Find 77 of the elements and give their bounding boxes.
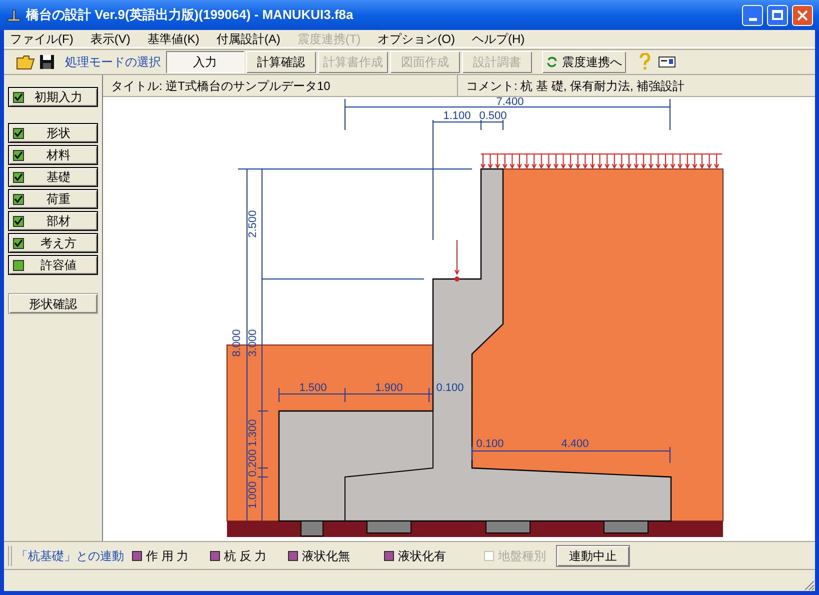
menu-item[interactable]: ヘルプ(H) — [472, 30, 525, 48]
dimension-label: 3.000 — [247, 329, 259, 357]
check-icon — [14, 194, 23, 204]
legend-label: 液状化無 — [302, 548, 350, 564]
sidebar-item[interactable]: 初期入力 — [8, 87, 98, 107]
option-label: 地盤種別 — [498, 548, 546, 564]
dimension-label: 0.200 — [247, 449, 259, 477]
check-icon — [14, 128, 23, 138]
link-button[interactable]: 震度連携へ — [542, 51, 626, 73]
dimension-label: 1.000 — [247, 481, 259, 509]
mode-button[interactable]: 入力 — [166, 51, 244, 73]
checkbox[interactable] — [13, 150, 24, 160]
mode-label: 処理モードの選択 — [65, 54, 161, 71]
pile-block — [604, 520, 648, 534]
menu-item[interactable]: 基準値(K) — [147, 30, 200, 48]
checkbox[interactable] — [13, 128, 24, 138]
checkbox[interactable] — [13, 260, 24, 270]
legend-swatch — [384, 550, 394, 560]
window-title: 橋台の設計 Ver.9(英語出力版)(199064) - MANUKUI3.f8a — [26, 6, 354, 24]
menu-item[interactable]: ファイル(F) — [10, 30, 74, 48]
save-icon[interactable] — [38, 53, 56, 71]
title-text: タイトル: 逆T式橋台のサンプルデータ10 — [103, 75, 458, 96]
legend-swatch — [132, 550, 142, 560]
sidebar-item[interactable]: 形状 — [8, 123, 98, 143]
pile-block — [486, 520, 530, 534]
close-button[interactable] — [792, 4, 813, 26]
pile-block — [300, 520, 324, 536]
check-icon — [14, 172, 23, 182]
dimension-label: 7.400 — [496, 97, 524, 108]
checkbox[interactable] — [13, 238, 24, 248]
maximize-button[interactable] — [767, 4, 788, 26]
dimension-label: 1.500 — [299, 382, 327, 394]
dimension-label: 0.500 — [479, 110, 507, 122]
sidebar-item[interactable]: 荷重 — [8, 189, 98, 209]
menu-item[interactable]: 付属設計(A) — [216, 30, 280, 48]
sidebar-item[interactable]: 基礎 — [8, 167, 98, 187]
legend-label: 作 用 力 — [146, 548, 189, 564]
sidebar-item[interactable]: 部材 — [8, 211, 98, 231]
check-icon — [14, 238, 23, 248]
legend-swatch — [288, 550, 298, 560]
legend-label: 液状化有 — [398, 548, 446, 564]
card-icon[interactable] — [658, 55, 676, 69]
minimize-button[interactable] — [742, 4, 763, 26]
app-icon — [6, 7, 22, 23]
dimension-label: 0.100 — [436, 382, 464, 394]
legend-swatch — [210, 550, 220, 560]
shape-check-button[interactable]: 形状確認 — [8, 293, 98, 314]
dimension-label: 4.400 — [561, 438, 589, 450]
mode-button[interactable]: 計算確認 — [246, 51, 316, 73]
sidebar-item[interactable]: 考え方 — [8, 233, 98, 253]
menu-item[interactable]: オプション(O) — [378, 30, 455, 48]
check-icon — [14, 216, 23, 226]
check-icon — [14, 150, 23, 160]
sidebar-item[interactable]: 許容値 — [8, 255, 98, 275]
checkbox[interactable] — [13, 216, 24, 226]
checkbox[interactable] — [13, 194, 24, 204]
dimension-label: 0.100 — [476, 438, 504, 450]
link-label: 「杭基礎」との連動 — [16, 548, 124, 564]
check-icon — [14, 92, 23, 102]
sidebar-item[interactable]: 材料 — [8, 145, 98, 165]
menu-item[interactable]: 表示(V) — [90, 30, 130, 48]
dimension-label: 2.500 — [247, 210, 259, 238]
point-load-drawing — [454, 240, 460, 282]
refresh-icon — [546, 56, 558, 68]
checkbox[interactable] — [13, 172, 24, 182]
dimension-label: 1.300 — [247, 419, 259, 447]
comment-text: コメント: 杭 基 礎, 保有耐力法, 補強設計 — [465, 78, 686, 94]
stop-link-button[interactable]: 連動中止 — [556, 544, 630, 566]
dimension-label: 8.000 — [231, 329, 243, 357]
close-icon — [797, 10, 808, 20]
dimension-label: 1.100 — [443, 110, 471, 122]
resize-grip-icon — [803, 579, 815, 591]
folder-icon[interactable] — [16, 53, 36, 71]
dimension-label: 1.900 — [375, 382, 403, 394]
pile-block — [366, 520, 412, 534]
legend-label: 杭 反 力 — [224, 548, 267, 564]
checkbox[interactable] — [13, 92, 24, 102]
